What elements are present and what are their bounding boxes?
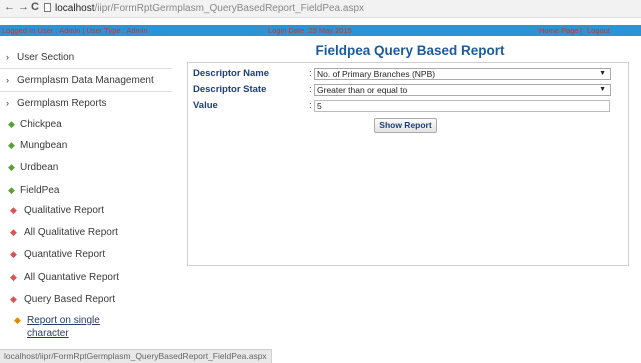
url-path: /iipr/FormRptGermplasm_QueryBasedReport_… [94,3,365,14]
dropdown-arrow-icon: ▼ [599,86,606,93]
sidebar-item-label: Mungbean [20,140,68,151]
logged-in-user-text: Logged In User : Admin | User Type : Adm… [2,26,148,35]
bullet-icon: ◆ [10,227,17,237]
url-field[interactable]: localhost/iipr/FormRptGermplasm_QueryBas… [55,3,364,14]
sidebar-link-line1[interactable]: Report on single [27,315,100,326]
descriptor-name-select[interactable]: No. of Primary Branches (NPB) ▼ [314,68,611,80]
bullet-icon: ◆ [10,249,17,259]
sidebar-item-label: User Section [17,52,75,63]
logout-link[interactable]: Logout [587,26,610,35]
sidebar-item-label: FieldPea [20,185,60,196]
sidebar-item-label: Germplasm Data Management [17,75,154,86]
sidebar-item-label: Germplasm Reports [17,98,107,109]
url-host: localhost [55,3,95,14]
value-label: Value [193,100,218,111]
dropdown-arrow-icon: ▼ [599,70,606,77]
home-page-link[interactable]: Home Page [539,26,579,35]
value-input-text: 5 [317,101,322,111]
bullet-icon: ◆ [10,294,17,304]
sidebar-item-label: All Quantative Report [24,272,120,283]
query-form-panel: Descriptor Name : No. of Primary Branche… [187,62,629,266]
descriptor-state-label: Descriptor State [193,84,267,95]
sidebar-item-label: Qualitative Report [24,205,105,216]
sidebar-item-label: All Qualitative Report [24,227,118,238]
colon: : [309,84,312,95]
forward-arrow-icon[interactable]: → [18,1,29,13]
status-bar-url: localhost/iipr/FormRptGermplasm_QueryBas… [0,349,272,363]
sidebar: › User Section › Germplasm Data Manageme… [0,40,176,340]
reload-icon[interactable]: C [31,1,39,13]
bullet-icon: ◆ [10,272,17,282]
bullet-icon: ◆ [14,315,21,325]
colon: : [309,100,312,111]
chevron-right-icon: › [6,98,9,108]
bullet-icon: ◆ [8,140,15,150]
sidebar-item-label: Quantative Report [24,249,106,260]
sidebar-item-label: Query Based Report [24,294,116,305]
bullet-icon: ◆ [8,185,15,195]
login-date-text: Login Date :29 May 2015 [268,26,352,35]
descriptor-state-select[interactable]: Greater than or equal to ▼ [314,84,611,96]
chevron-right-icon: › [6,75,9,85]
descriptor-name-value: No. of Primary Branches (NPB) [317,69,436,79]
bullet-icon: ◆ [10,205,17,215]
sidebar-item-label: Chickpea [20,119,62,130]
header-separator: | [580,26,582,35]
bullet-icon: ◆ [8,162,15,172]
back-arrow-icon[interactable]: ← [4,1,15,13]
sidebar-item-label: Urdbean [20,162,59,173]
descriptor-state-value: Greater than or equal to [317,85,408,95]
app-header: Logged In User : Admin | User Type : Adm… [0,25,641,36]
browser-address-bar: ← → C localhost/iipr/FormRptGermplasm_Qu… [0,0,641,18]
sidebar-divider [0,68,172,69]
value-input[interactable]: 5 [314,100,610,112]
page-title: Fieldpea Query Based Report [315,43,505,58]
sidebar-divider [0,91,172,92]
show-report-button[interactable]: Show Report [374,118,437,133]
colon: : [309,68,312,79]
bullet-icon: ◆ [8,119,15,129]
chevron-right-icon: › [6,52,9,62]
sidebar-link-line2[interactable]: character [27,328,69,339]
page-icon [44,3,51,12]
descriptor-name-label: Descriptor Name [193,68,270,79]
